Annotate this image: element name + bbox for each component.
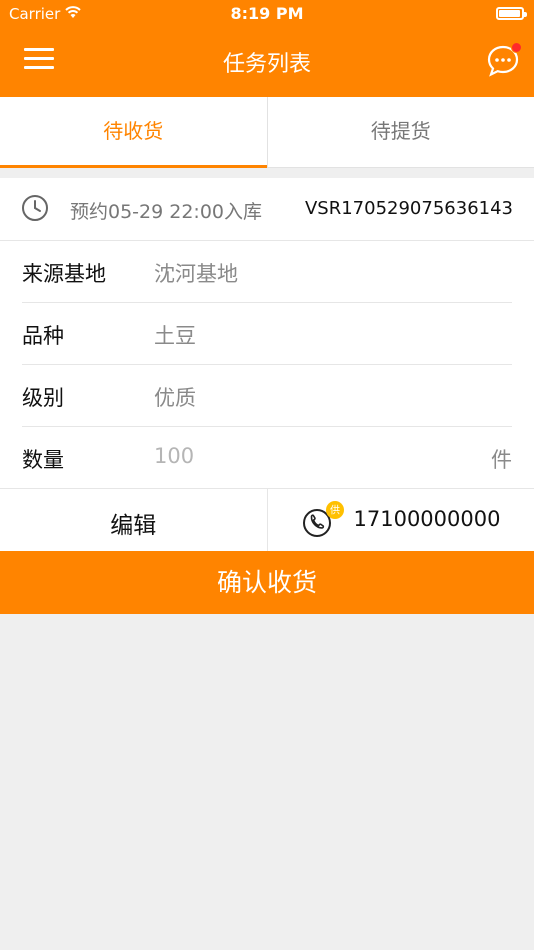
status-bar: Carrier 8:19 PM <box>0 0 534 28</box>
quantity-unit: 件 <box>491 448 512 472</box>
order-number: VSR170529075636143 <box>304 198 513 219</box>
notification-dot <box>511 42 522 53</box>
edit-button[interactable]: 编辑 <box>0 489 267 551</box>
top-bar: Carrier 8:19 PM 任务列表 <box>0 0 534 97</box>
phone-number: 17100000000 <box>353 507 501 531</box>
task-header: 预约05-29 22:00入库 VSR170529075636143 <box>0 178 534 241</box>
call-supplier-button[interactable]: 供 17100000000 <box>266 489 534 551</box>
confirm-receipt-button[interactable]: 确认收货 <box>0 551 534 614</box>
chat-button[interactable] <box>486 42 522 78</box>
edit-label: 编辑 <box>110 513 157 539</box>
phone-icon: 供 <box>302 501 344 537</box>
field-label: 来源基地 <box>22 262 106 286</box>
field-variety: 品种 土豆 <box>22 303 512 365</box>
field-quantity: 数量 100 件 <box>22 427 512 488</box>
quantity-value: 100 <box>154 444 195 468</box>
task-card: 预约05-29 22:00入库 VSR170529075636143 来源基地 … <box>0 178 534 551</box>
tab-pending-receive[interactable]: 待收货 <box>0 97 267 168</box>
page-title: 任务列表 <box>222 52 311 77</box>
field-value: 沈河基地 <box>154 262 238 286</box>
supplier-badge: 供 <box>330 504 340 517</box>
tab-bar: 待收货 待提货 <box>0 97 534 168</box>
tab-pending-pickup[interactable]: 待提货 <box>266 97 534 167</box>
status-time: 8:19 PM <box>230 4 304 23</box>
field-source-base: 来源基地 沈河基地 <box>22 241 512 303</box>
field-label: 数量 <box>22 448 64 472</box>
field-grade: 级别 优质 <box>22 365 512 427</box>
clock-icon <box>22 195 48 221</box>
action-row: 编辑 供 17100000000 <box>0 488 534 551</box>
field-value: 优质 <box>154 386 196 410</box>
field-value: 土豆 <box>154 324 196 348</box>
appointment-time: 预约05-29 22:00入库 <box>70 201 263 223</box>
field-label: 级别 <box>22 386 64 410</box>
field-label: 品种 <box>22 324 64 348</box>
battery-icon <box>496 7 527 20</box>
